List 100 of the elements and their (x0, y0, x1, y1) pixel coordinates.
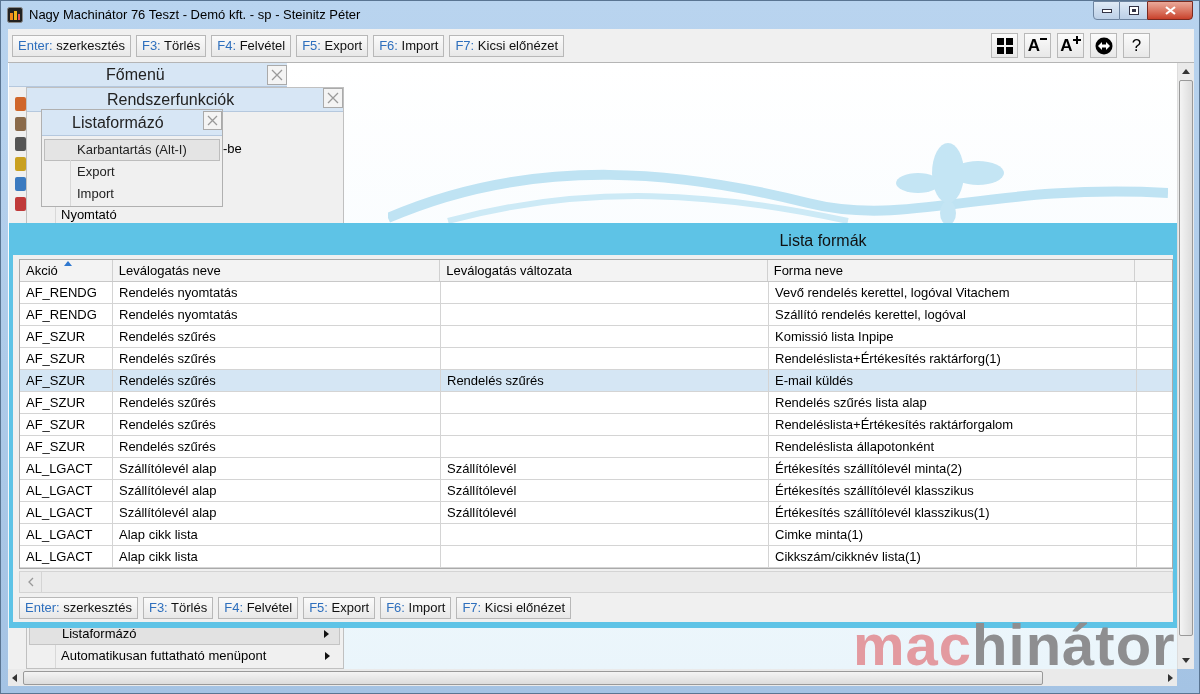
help-button[interactable]: ? (1123, 33, 1150, 58)
table-cell-text: AF_SZUR (26, 437, 86, 456)
function-key-button[interactable]: F7: Kicsi előnézet (456, 597, 572, 619)
table-cell-text: AL_LGACT (26, 525, 93, 544)
table-row[interactable]: AF_SZUR Rendelés szűrés Rendeléslista+Értékesítés raktárforg(1) (20, 348, 1172, 370)
grid-icon (996, 37, 1013, 54)
table-row[interactable]: AL_LGACT Szállítólevél alap Szállítólevél Értékesítés szállítólevél minta(2) (20, 458, 1172, 480)
column-header[interactable]: Akció (20, 260, 113, 281)
table-cell-text: AF_RENDG (26, 305, 97, 324)
minimize-button[interactable] (1093, 1, 1120, 20)
table-cell-text: Értékesítés szállítólevél minta(2) (775, 459, 963, 478)
menu-item[interactable]: Nyomtató (29, 204, 340, 226)
function-key-button[interactable]: F4: Felvétel (218, 597, 299, 619)
function-key-button[interactable]: F5: Export (303, 597, 376, 619)
menu-item-icon (15, 137, 26, 151)
table-cell-text: E-mail küldés (775, 371, 854, 390)
function-key-button[interactable]: Enter: szerkesztés (19, 597, 138, 619)
table-cell-text: Rendelés szűrés (119, 415, 216, 434)
menu-item-icon (15, 97, 26, 111)
maximize-button[interactable] (1120, 1, 1147, 20)
table-row[interactable]: AF_SZUR Rendelés szűrés Rendeléslista állapotonként (20, 436, 1172, 458)
table-row[interactable]: AF_RENDG Rendelés nyomtatás Szállító rendelés kerettel, logóval (20, 304, 1172, 326)
function-key-button[interactable]: F6: Import (373, 34, 445, 57)
restore-icon (1128, 6, 1139, 15)
function-key-button[interactable]: Enter: szerkesztés (12, 34, 131, 57)
table-cell-text: Rendelés szűrés (119, 327, 216, 346)
menu-item[interactable]: -be (223, 138, 263, 160)
table-cell-text: Szállítólevél alap (119, 503, 217, 522)
table-cell-text: Cikkszám/cikknév lista(1) (775, 547, 921, 566)
table-cell-text: AL_LGACT (26, 547, 93, 566)
sort-ascending-icon (64, 261, 72, 266)
table-row[interactable]: AL_LGACT Szállítólevél alap Szállítólevél Értékesítés szállítólevél klasszikus (20, 480, 1172, 502)
function-key-button[interactable]: F7: Kicsi előnézet (449, 34, 565, 57)
font-increase-button[interactable]: A (1057, 33, 1084, 58)
table-cell-text: Rendeléslista állapotonként (775, 437, 934, 456)
brand-logo: machinátor (853, 613, 1176, 677)
column-header[interactable]: Leválogatás változata (440, 260, 768, 281)
function-key-button[interactable]: F5: Export (296, 34, 369, 57)
menu-item-icon (15, 117, 26, 131)
table-cell-text: AF_SZUR (26, 415, 86, 434)
close-icon (1164, 6, 1176, 15)
menu-item[interactable]: Automatikusan futtatható menüpont (29, 645, 340, 667)
menu-title: Főmenü (106, 64, 165, 85)
scroll-up-icon[interactable] (1182, 69, 1190, 74)
table-cell-text: Értékesítés szállítólevél klasszikus (775, 481, 974, 500)
table-cell-text: AF_SZUR (26, 327, 86, 346)
table-row[interactable]: AF_SZUR Rendelés szűrés Rendelés szűrés lista alap (20, 392, 1172, 414)
table-cell-text: Szállító rendelés kerettel, logóval (775, 305, 966, 324)
table-cell-text: Cimke minta(1) (775, 525, 864, 544)
app-logo-icon (7, 7, 23, 23)
table-row[interactable]: AL_LGACT Szállítólevél alap Szállítólevél Értékesítés szállítólevél klasszikus(1) (20, 502, 1172, 524)
table-cell-text: Rendelés nyomtatás (119, 305, 238, 324)
table-cell-text: AL_LGACT (26, 481, 93, 500)
menu-item[interactable]: Karbantartás (Alt-I) (44, 139, 220, 161)
menu-item[interactable]: Export (44, 161, 220, 183)
function-key-button[interactable]: F4: Felvétel (211, 34, 292, 57)
scrollbar-thumb[interactable] (1179, 80, 1193, 636)
table-cell-text: AF_RENDG (26, 283, 97, 302)
table-cell-text: Rendelés szűrés (447, 371, 544, 390)
function-key-button[interactable]: F6: Import (380, 597, 452, 619)
font-decrease-button[interactable]: A (1024, 33, 1051, 58)
close-icon (327, 92, 339, 104)
table-row[interactable]: AL_LGACT Alap cikk lista Cikkszám/cikknév lista(1) (20, 546, 1172, 568)
table-row[interactable]: AF_RENDG Rendelés nyomtatás Vevő rendelés kerettel, logóval Vitachem (20, 282, 1172, 304)
table-row[interactable]: AL_LGACT Alap cikk lista Cimke minta(1) (20, 524, 1172, 546)
table-cell-text: AF_SZUR (26, 349, 86, 368)
table-cell-text: Rendelés szűrés lista alap (775, 393, 927, 412)
close-icon (207, 115, 218, 126)
scroll-down-icon[interactable] (1182, 658, 1190, 663)
function-key-button[interactable]: F3: Törlés (135, 34, 207, 57)
table-row[interactable]: AF_SZUR Rendelés szűrés Rendelés szűrés E-mail küldés (20, 370, 1172, 392)
navigation-button[interactable] (1090, 33, 1117, 58)
table-cell-text: Szállítólevél alap (119, 481, 217, 500)
scroll-right-icon[interactable] (1168, 673, 1173, 682)
horizontal-scrollbar[interactable] (19, 571, 1173, 593)
menu-item[interactable]: Import (44, 183, 220, 205)
submenu-arrow-icon (324, 630, 329, 638)
table-cell-text: AF_SZUR (26, 371, 86, 390)
table-cell-text: Rendelés nyomtatás (119, 283, 238, 302)
function-key-button[interactable]: F3: Törlés (142, 597, 214, 619)
table-row[interactable]: AF_SZUR Rendelés szűrés Rendeléslista+Értékesítés raktárforgalom (20, 414, 1172, 436)
close-button[interactable] (1147, 1, 1193, 20)
circle-arrows-icon (1094, 36, 1113, 55)
menu-title: Listaformázó (72, 112, 164, 133)
table-cell-text: Szállítólevél alap (119, 459, 217, 478)
table-row[interactable]: AF_SZUR Rendelés szűrés Komissió lista Inpipe (20, 326, 1172, 348)
table-cell-text: Rendelés szűrés (119, 371, 216, 390)
table-cell-text: Alap cikk lista (119, 525, 198, 544)
table-cell-text: Komissió lista Inpipe (775, 327, 894, 346)
scroll-left-icon[interactable] (12, 673, 17, 682)
column-header[interactable]: Forma neve (767, 260, 1136, 281)
layout-button[interactable] (991, 33, 1018, 58)
table-cell-text: Szállítólevél (447, 459, 517, 478)
table-cell-text: Rendelés szűrés (119, 349, 216, 368)
table-cell-text: AL_LGACT (26, 459, 93, 478)
column-header[interactable]: Leválogatás neve (112, 260, 441, 281)
table-cell-text: Rendeléslista+Értékesítés raktárforgalom (775, 415, 1014, 434)
table-cell-text: Rendelés szűrés (119, 393, 216, 412)
scrollbar-thumb[interactable] (23, 670, 1043, 685)
scroll-left-icon (27, 577, 34, 587)
